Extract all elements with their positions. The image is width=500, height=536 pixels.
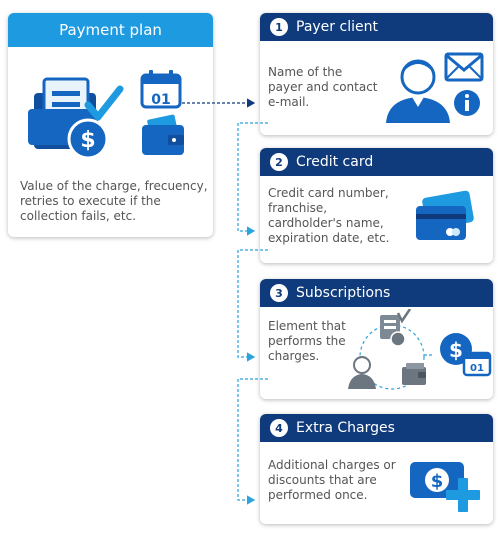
payer-to-card-connector bbox=[237, 122, 268, 236]
subscriptions-to-extra-connector bbox=[237, 378, 268, 505]
connector-lines bbox=[182, 98, 268, 505]
card-to-subscriptions-connector bbox=[237, 249, 268, 362]
